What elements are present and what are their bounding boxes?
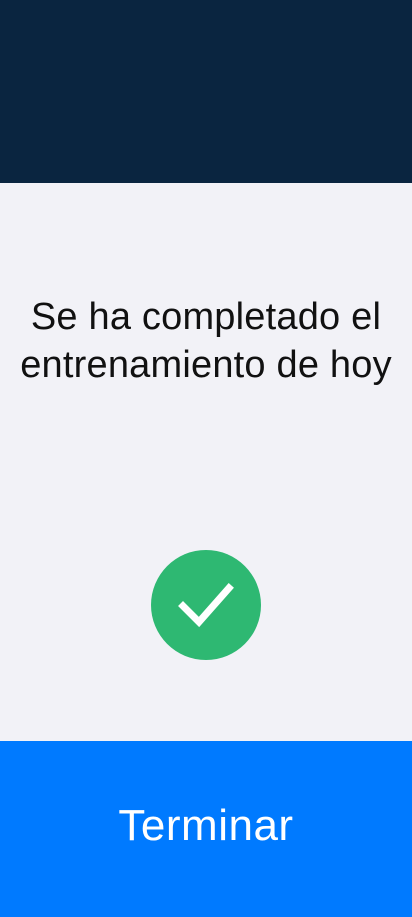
checkmark-icon <box>178 583 234 628</box>
finish-button[interactable]: Terminar <box>0 741 412 917</box>
completion-screen: Se ha completado el entrenamiento de hoy <box>0 183 412 741</box>
completion-message: Se ha completado el entrenamiento de hoy <box>20 296 392 386</box>
check-circle-icon <box>151 550 261 660</box>
top-banner <box>0 0 412 183</box>
